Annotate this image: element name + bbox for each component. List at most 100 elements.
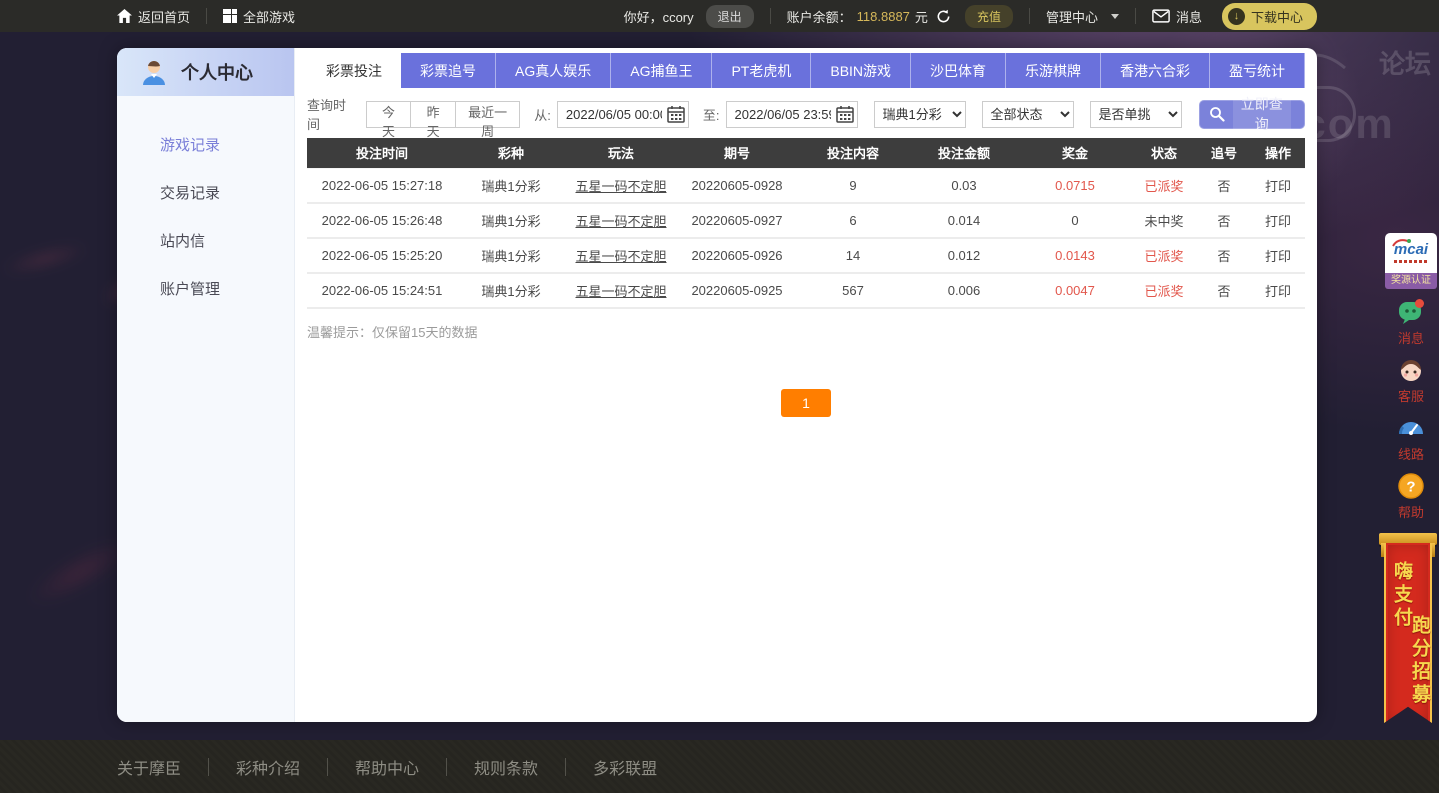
tab-ag-fishing[interactable]: AG捕鱼王: [611, 53, 713, 88]
footer-link-about[interactable]: 关于摩臣: [117, 755, 181, 779]
float-item-label: 消息: [1397, 331, 1424, 346]
tab-bbin-games[interactable]: BBIN游戏: [811, 53, 912, 88]
footer-link-rules[interactable]: 规则条款: [474, 755, 538, 779]
table-row: 2022-06-05 15:24:51 瑞典1分彩 五星一码不定胆 20220605-…: [307, 273, 1305, 309]
tab-lottery-bet[interactable]: 彩票投注: [307, 53, 401, 88]
filter-label: 查询时间: [307, 98, 347, 132]
sidebar-item-transaction-records[interactable]: 交易记录: [117, 180, 294, 228]
footer-divider: [446, 757, 448, 776]
promo-banner[interactable]: 嗨支付 跑分招募: [1379, 533, 1437, 727]
sidebar-menu: 游戏记录 交易记录 站内信 账户管理: [117, 96, 294, 324]
footer-link-lottery-intro[interactable]: 彩种介绍: [236, 755, 300, 779]
table-row: 2022-06-05 15:27:18 瑞典1分彩 五星一码不定胆 20220605-…: [307, 168, 1305, 204]
banner-text: 跑分招募: [1409, 615, 1430, 707]
column-header: 彩种: [457, 138, 565, 168]
lottery-select[interactable]: 瑞典1分彩: [873, 100, 966, 128]
cell-chase: 否: [1197, 168, 1251, 204]
cell-action-print[interactable]: 打印: [1251, 203, 1305, 239]
cell-content: 567: [797, 273, 909, 309]
balance-value: 118.8887: [856, 8, 910, 24]
quick-range-yesterday[interactable]: 昨天: [410, 100, 456, 139]
tab-saba-sports[interactable]: 沙巴体育: [911, 53, 1007, 88]
sidebar-item-account-management[interactable]: 账户管理: [117, 276, 294, 324]
mcai-logo: mcai: [1392, 239, 1428, 257]
download-center-button[interactable]: ↓ 下载中心: [1221, 2, 1317, 30]
float-item-service[interactable]: 客服: [1397, 356, 1425, 405]
balance-unit: 元: [914, 9, 928, 25]
single-select[interactable]: 是否单挑: [1089, 100, 1182, 128]
cell-lottery: 瑞典1分彩: [457, 238, 565, 274]
to-label: 至:: [702, 107, 720, 123]
table-row: 2022-06-05 15:26:48 瑞典1分彩 五星一码不定胆 20220605-…: [307, 203, 1305, 239]
home-link[interactable]: 返回首页: [117, 0, 190, 32]
cell-content: 14: [797, 238, 909, 274]
column-header: 玩法: [565, 138, 677, 168]
recharge-button[interactable]: 充值: [964, 4, 1013, 28]
status-select[interactable]: 全部状态: [981, 100, 1074, 128]
mcai-cert-badge[interactable]: mcai: [1385, 233, 1437, 273]
cell-play[interactable]: 五星一码不定胆: [565, 203, 677, 239]
cell-status: 已派奖: [1131, 273, 1197, 309]
tab-lottery-chase[interactable]: 彩票追号: [401, 53, 496, 88]
background-light-streak: [0, 238, 91, 280]
download-icon: ↓: [1227, 7, 1245, 25]
search-icon: [1209, 106, 1225, 122]
calendar-icon[interactable]: [835, 105, 854, 123]
cell-time: 2022-06-05 15:27:18: [307, 168, 457, 204]
cell-amount: 0.012: [909, 238, 1019, 274]
footer: 关于摩臣 彩种介绍 帮助中心 规则条款 多彩联盟: [0, 740, 1439, 793]
query-button[interactable]: 立即查询: [1198, 92, 1305, 136]
footer-divider: [208, 757, 210, 776]
table-body: 2022-06-05 15:27:18 瑞典1分彩 五星一码不定胆 20220605-…: [307, 168, 1305, 309]
cell-issue: 20220605-0928: [677, 168, 797, 204]
calendar-icon[interactable]: [667, 105, 685, 123]
cert-label: 奖源认证: [1385, 273, 1437, 289]
download-center-label: 下载中心: [1250, 9, 1303, 25]
cell-issue: 20220605-0927: [677, 203, 797, 239]
cell-action-print[interactable]: 打印: [1251, 273, 1305, 309]
logout-button[interactable]: 退出: [705, 4, 754, 28]
watermark-text: 论坛: [1378, 49, 1431, 79]
cell-action-print[interactable]: 打印: [1251, 238, 1305, 274]
refresh-icon[interactable]: [936, 9, 951, 24]
filter-bar: 查询时间 今天昨天最近一周 从: 至: 瑞典1分彩全部状态是否单挑 立即查询: [307, 92, 1305, 139]
cell-prize: 0.0143: [1019, 238, 1131, 274]
admin-center-menu[interactable]: 管理中心: [1046, 0, 1119, 32]
quick-range-last-week[interactable]: 最近一周: [454, 100, 521, 139]
svg-text:?: ?: [1406, 479, 1415, 496]
tab-pt-slots[interactable]: PT老虎机: [712, 53, 812, 88]
float-item-line[interactable]: 线路: [1397, 414, 1425, 463]
footer-link-alliance[interactable]: 多彩联盟: [593, 755, 657, 779]
cell-lottery: 瑞典1分彩: [457, 203, 565, 239]
messages-link[interactable]: 消息: [1152, 0, 1202, 32]
tab-ag-live[interactable]: AG真人娱乐: [496, 53, 612, 88]
column-header: 投注内容: [797, 138, 909, 168]
cell-play[interactable]: 五星一码不定胆: [565, 273, 677, 309]
cell-play[interactable]: 五星一码不定胆: [565, 168, 677, 204]
page-button-1[interactable]: 1: [781, 389, 831, 417]
sidebar-item-site-mail[interactable]: 站内信: [117, 228, 294, 276]
sidebar-title: 个人中心: [181, 63, 253, 83]
float-item-help[interactable]: ? 帮助: [1397, 472, 1425, 521]
sidebar-item-game-records[interactable]: 游戏记录: [117, 132, 294, 180]
tab-hk-mark-six[interactable]: 香港六合彩: [1101, 53, 1211, 88]
cell-action-print[interactable]: 打印: [1251, 168, 1305, 204]
footer-divider: [565, 757, 567, 776]
column-header: 状态: [1131, 138, 1197, 168]
admin-center-label: 管理中心: [1045, 9, 1098, 25]
cell-issue: 20220605-0925: [677, 273, 797, 309]
all-games-link[interactable]: 全部游戏: [223, 0, 295, 32]
cell-play[interactable]: 五星一码不定胆: [565, 238, 677, 274]
grid-icon: [223, 9, 238, 23]
tab-profit-stats[interactable]: 盈亏统计: [1210, 53, 1306, 88]
all-games-label: 全部游戏: [243, 9, 296, 25]
tab-leyou-chess[interactable]: 乐游棋牌: [1006, 53, 1102, 88]
quick-range-today[interactable]: 今天: [365, 100, 412, 139]
float-item-label: 线路: [1397, 447, 1424, 462]
footer-link-help-center[interactable]: 帮助中心: [355, 755, 419, 779]
from-label: 从:: [534, 107, 551, 123]
divider: [769, 8, 771, 24]
sidebar: 个人中心 游戏记录 交易记录 站内信 账户管理: [117, 48, 295, 722]
bet-records-table: 投注时间 彩种 玩法 期号 投注内容 投注金额 奖金 状态 追号 操作 2022-06-05 15…: [307, 138, 1305, 309]
float-item-message[interactable]: 消息: [1397, 298, 1425, 347]
